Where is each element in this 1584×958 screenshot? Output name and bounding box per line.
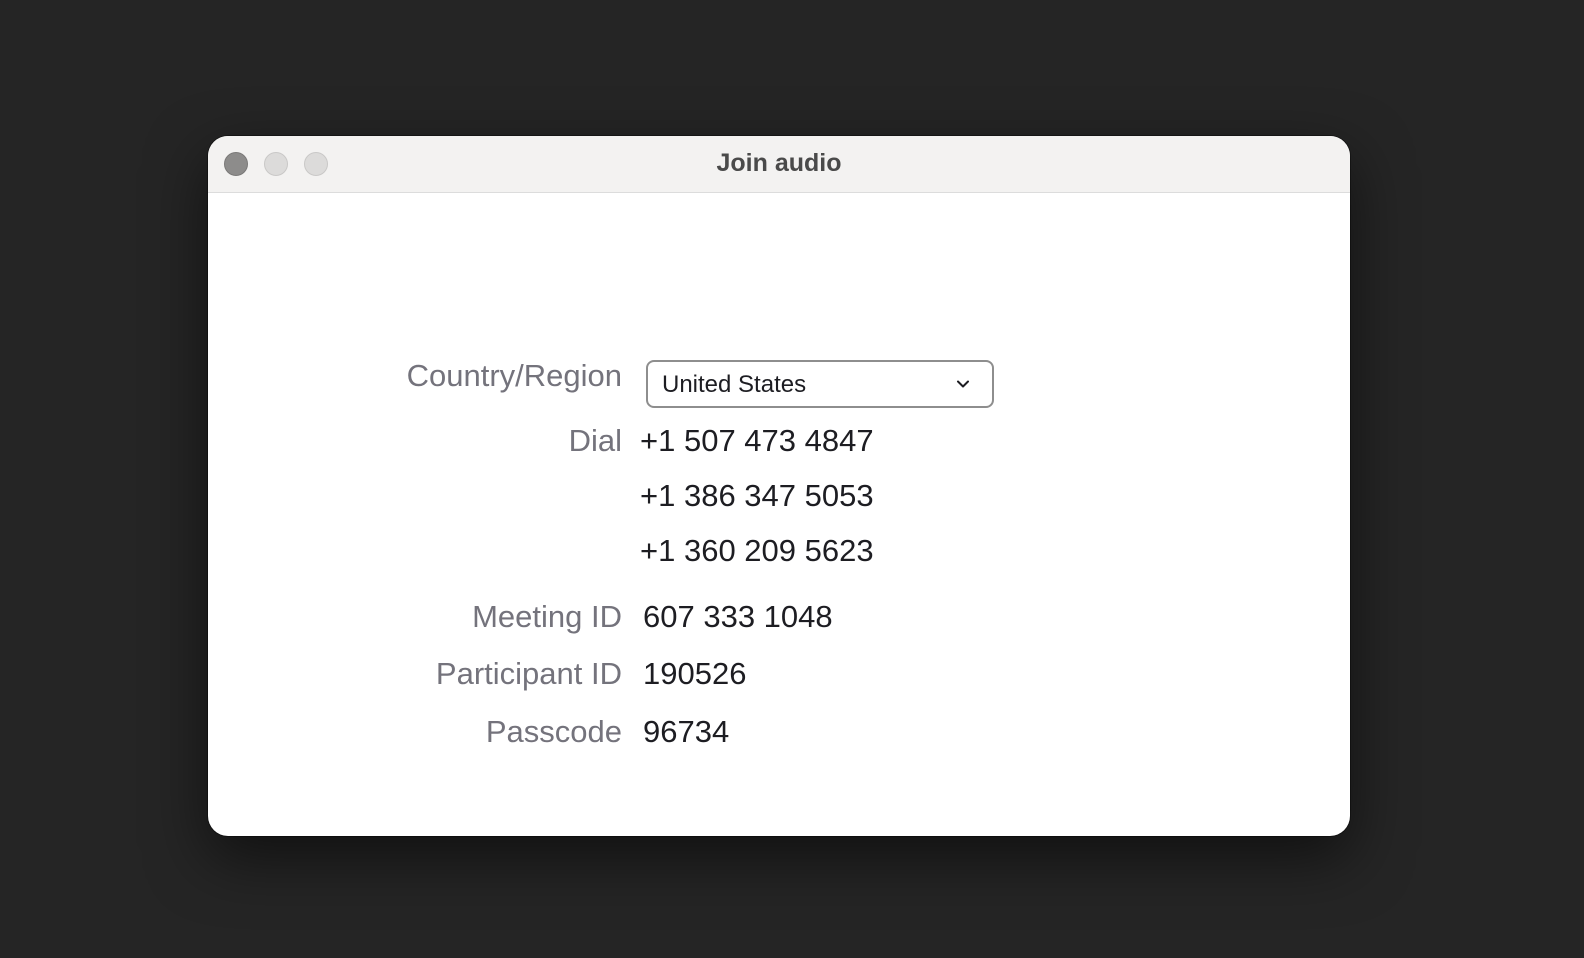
chevron-down-icon [957,380,969,388]
country-region-label: Country/Region [406,358,622,393]
meeting-id-label: Meeting ID [472,599,622,634]
country-region-selected-value: United States [662,371,807,398]
country-region-select[interactable]: United States [646,360,994,408]
dial-number-2: +1 386 347 5053 [640,478,874,513]
dial-number-1: +1 507 473 4847 [640,423,874,458]
passcode-label: Passcode [485,714,622,749]
passcode-value: 96734 [643,714,730,749]
dial-number-3: +1 360 209 5623 [640,533,874,568]
join-audio-window: Join audio Country/Region United States … [208,136,1350,836]
dial-label: Dial [568,423,622,458]
window-title: Join audio [716,149,842,177]
meeting-id-value: 607 333 1048 [643,599,833,634]
participant-id-label: Participant ID [435,656,622,691]
title-bar: Join audio [208,136,1350,193]
participant-id-value: 190526 [643,656,747,691]
